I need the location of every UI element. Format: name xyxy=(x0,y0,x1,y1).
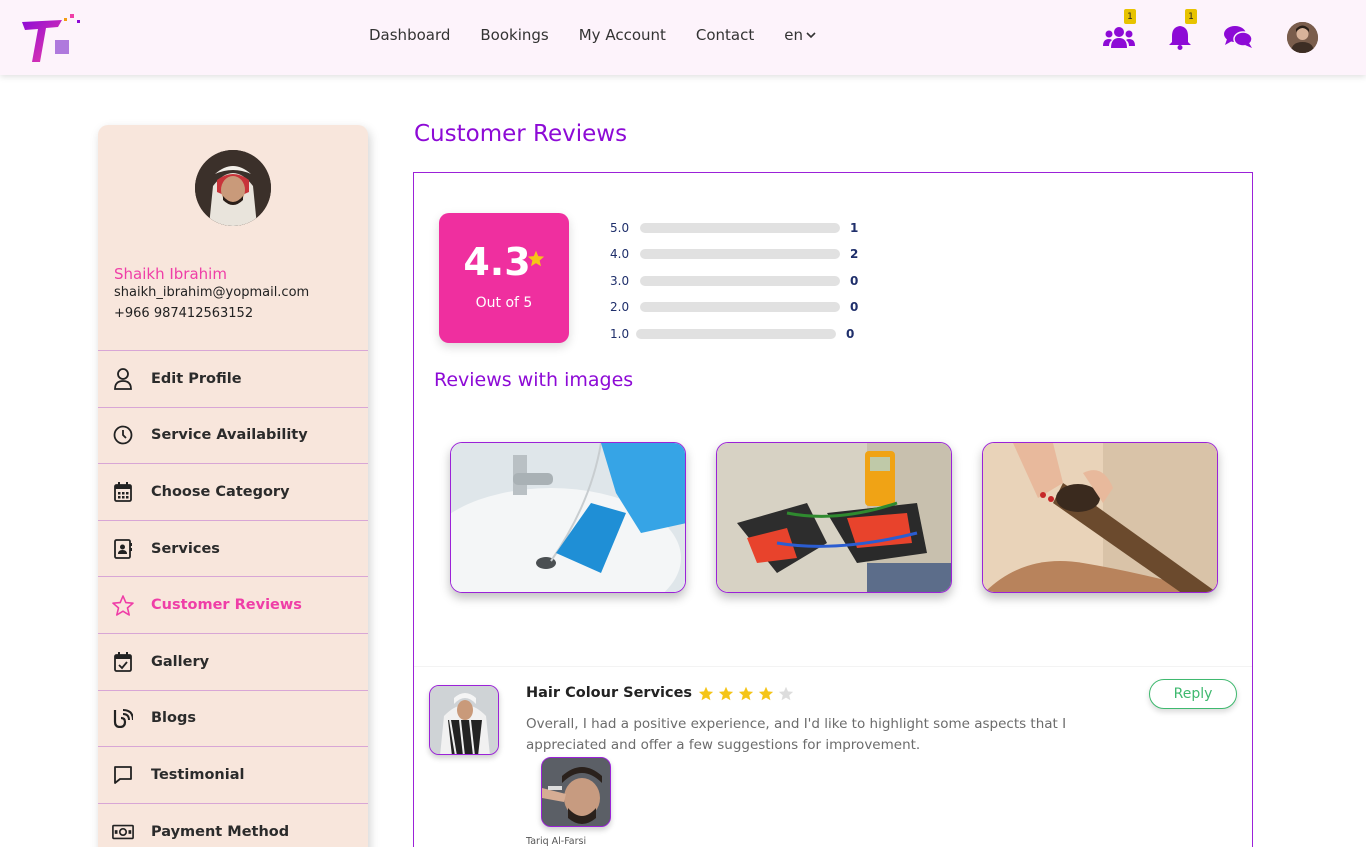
sidebar-item-service-availability[interactable]: Service Availability xyxy=(98,406,368,464)
message-icon xyxy=(112,764,134,786)
rating-out-of: Out of 5 xyxy=(475,295,533,311)
reviewer-avatar xyxy=(429,685,499,755)
sidebar-item-choose-category[interactable]: Choose Category xyxy=(98,463,368,520)
distribution-bar xyxy=(640,249,840,259)
star-empty-icon xyxy=(778,686,794,700)
sidebar-item-label: Services xyxy=(151,540,220,557)
calendar-icon xyxy=(112,481,134,503)
distribution-bar xyxy=(640,302,840,312)
sidebar-item-customer-reviews[interactable]: Customer Reviews xyxy=(98,576,368,633)
reviews-with-images-title: Reviews with images xyxy=(434,369,634,391)
review-image-electrical[interactable] xyxy=(716,442,952,593)
profile-name: Shaikh Ibrahim xyxy=(114,265,227,283)
top-navbar: Dashboard Bookings My Account Contact en… xyxy=(0,0,1366,75)
distribution-label: 5.0 xyxy=(610,221,630,235)
distribution-row: 4.0 2 xyxy=(610,246,858,262)
review-attached-image[interactable] xyxy=(541,757,611,827)
star-icon xyxy=(698,686,714,700)
distribution-row: 2.0 0 xyxy=(610,299,858,315)
distribution-count: 1 xyxy=(850,221,859,235)
sidebar-item-label: Edit Profile xyxy=(151,370,242,387)
review-text: Overall, I had a positive experience, an… xyxy=(526,716,1067,753)
main-nav: Dashboard Bookings My Account Contact en xyxy=(369,26,847,44)
distribution-row: 5.0 1 xyxy=(610,220,858,236)
chevron-down-icon xyxy=(806,32,816,39)
distribution-count: 0 xyxy=(846,327,855,341)
overall-rating-card: 4.3 Out of 5 xyxy=(439,213,569,343)
nav-dashboard[interactable]: Dashboard xyxy=(369,26,450,44)
review-item: Hair Colour Services Overall, I had a po… xyxy=(414,666,1252,847)
review-image-hair-curling[interactable] xyxy=(982,442,1218,593)
star-icon xyxy=(718,686,734,700)
sidebar-item-label: Choose Category xyxy=(151,483,290,500)
sidebar-item-edit-profile[interactable]: Edit Profile xyxy=(98,350,368,407)
sidebar-item-label: Payment Method xyxy=(151,823,290,840)
nav-contact[interactable]: Contact xyxy=(696,26,754,44)
reviews-panel: 4.3 Out of 5 5.0 1 4.0 2 3.0 0 2.0 0 1.0… xyxy=(413,172,1253,847)
review-service-name: Hair Colour Services xyxy=(526,685,693,701)
profile-phone: +966 987412563152 xyxy=(114,306,254,321)
user-icon xyxy=(112,367,134,390)
distribution-label: 4.0 xyxy=(610,247,630,261)
blog-icon xyxy=(112,707,134,729)
users-badge: 1 xyxy=(1124,9,1136,24)
sidebar-item-services[interactable]: Services xyxy=(98,519,368,577)
distribution-bar xyxy=(636,329,836,339)
nav-bookings[interactable]: Bookings xyxy=(480,26,548,44)
review-header: Hair Colour Services xyxy=(526,685,794,701)
brand-logo[interactable] xyxy=(22,12,84,64)
notifications-badge: 1 xyxy=(1185,9,1197,24)
page-title: Customer Reviews xyxy=(414,121,628,147)
bell-icon xyxy=(1169,26,1191,50)
distribution-count: 0 xyxy=(850,274,859,288)
sidebar-item-label: Customer Reviews xyxy=(151,597,302,614)
contact-book-icon xyxy=(112,538,134,560)
review-image-plumbing[interactable] xyxy=(450,442,686,593)
notifications-button[interactable]: 1 xyxy=(1164,9,1197,52)
distribution-bar xyxy=(640,276,840,286)
distribution-count: 2 xyxy=(850,247,859,261)
profile-email: shaikh_ibrahim@yopmail.com xyxy=(114,285,310,300)
users-button[interactable]: 1 xyxy=(1103,9,1136,52)
sidebar-item-testimonial[interactable]: Testimonial xyxy=(98,746,368,803)
money-icon xyxy=(112,821,134,843)
user-avatar[interactable] xyxy=(1287,22,1318,53)
calendar-check-icon xyxy=(112,651,134,673)
distribution-count: 0 xyxy=(850,300,859,314)
reply-button[interactable]: Reply xyxy=(1149,679,1237,709)
chat-icon xyxy=(1224,26,1253,48)
language-label: en xyxy=(784,26,803,44)
sidebar-item-gallery[interactable]: Gallery xyxy=(98,632,368,690)
language-selector[interactable]: en xyxy=(784,26,817,44)
rating-value: 4.3 xyxy=(463,240,531,284)
star-icon xyxy=(758,686,774,700)
clock-icon xyxy=(112,424,134,446)
messages-button[interactable] xyxy=(1222,22,1254,52)
star-icon xyxy=(112,594,134,616)
users-icon xyxy=(1103,27,1135,48)
distribution-bar xyxy=(640,223,840,233)
reviewer-name: Tariq Al-Farsi xyxy=(526,836,587,847)
star-icon xyxy=(738,686,754,700)
star-icon xyxy=(527,250,545,267)
distribution-row: 1.0 0 xyxy=(610,326,854,342)
sidebar-item-label: Gallery xyxy=(151,653,210,670)
sidebar-item-payment-method[interactable]: Payment Method xyxy=(98,802,368,847)
sidebar-item-label: Testimonial xyxy=(151,766,245,783)
sidebar-item-label: Blogs xyxy=(151,710,196,727)
distribution-label: 3.0 xyxy=(610,274,630,288)
sidebar-item-label: Service Availability xyxy=(151,427,308,444)
profile-avatar xyxy=(195,150,271,226)
distribution-row: 3.0 0 xyxy=(610,273,858,289)
distribution-label: 1.0 xyxy=(610,327,630,341)
nav-my-account[interactable]: My Account xyxy=(579,26,666,44)
sidebar-item-blogs[interactable]: Blogs xyxy=(98,689,368,747)
sidebar-menu: Edit Profile Service Availability Choose… xyxy=(98,350,368,847)
profile-sidebar: Shaikh Ibrahim shaikh_ibrahim@yopmail.co… xyxy=(98,125,368,847)
distribution-label: 2.0 xyxy=(610,300,630,314)
